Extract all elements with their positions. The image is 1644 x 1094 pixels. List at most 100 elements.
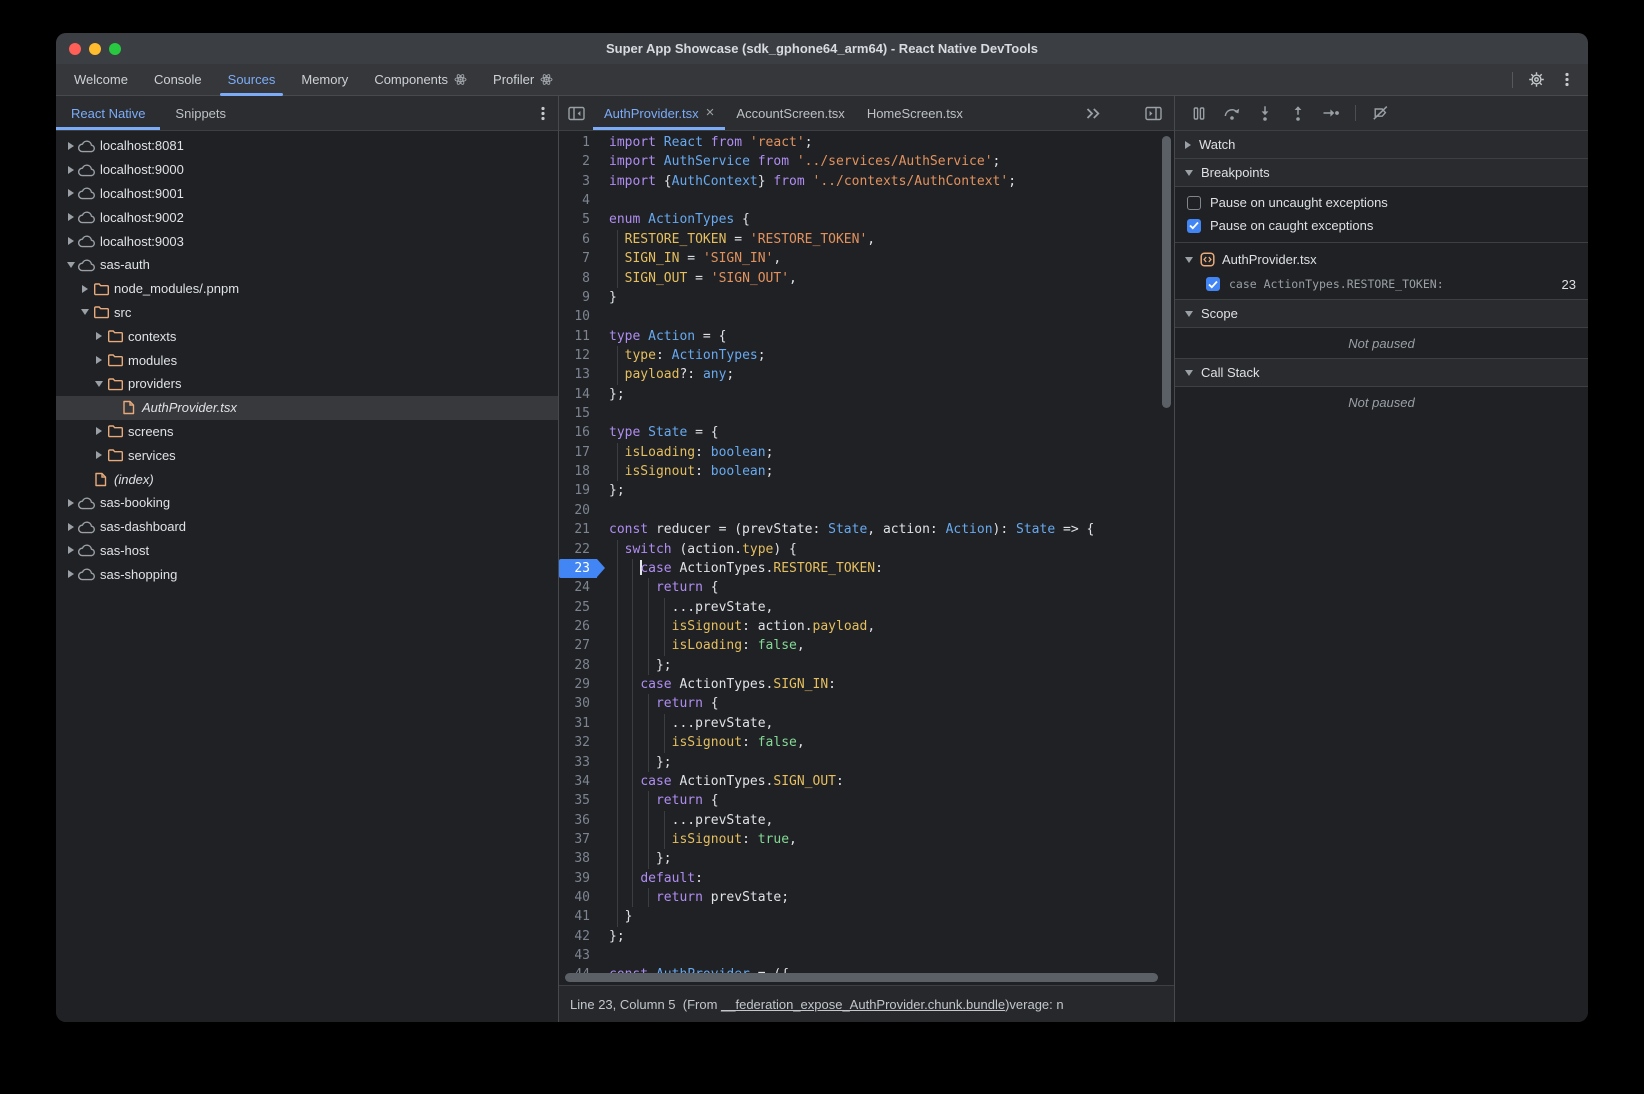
code-text[interactable]: case ActionTypes.SIGN_OUT: (597, 772, 1174, 791)
main-tab-sources[interactable]: Sources (215, 64, 289, 95)
chevron-right-icon[interactable] (64, 570, 77, 578)
line-number-gutter[interactable]: 36 (559, 811, 597, 830)
chevron-right-icon[interactable] (64, 213, 77, 221)
code-text[interactable] (597, 404, 1174, 423)
code-text[interactable]: ...prevState, (597, 598, 1174, 617)
line-number-gutter[interactable]: 2 (559, 152, 597, 171)
line-number-gutter[interactable]: 10 (559, 307, 597, 326)
navigator-tab-snippets[interactable]: Snippets (160, 96, 241, 130)
line-number-gutter[interactable]: 31 (559, 714, 597, 733)
line-number-gutter[interactable]: 39 (559, 869, 597, 888)
tree-item-services[interactable]: services (56, 443, 558, 467)
line-number-gutter[interactable]: 35 (559, 791, 597, 810)
code-text[interactable] (597, 501, 1174, 520)
tree-item-sas-host[interactable]: sas-host (56, 539, 558, 563)
code-text[interactable]: case ActionTypes.SIGN_IN: (597, 675, 1174, 694)
code-text[interactable]: import {AuthContext} from '../contexts/A… (597, 172, 1174, 191)
code-text[interactable] (597, 191, 1174, 210)
tree-item-contexts[interactable]: contexts (56, 324, 558, 348)
line-number-gutter[interactable]: 37 (559, 830, 597, 849)
tree-item-screens[interactable]: screens (56, 420, 558, 444)
editor-tab-accountscreen-tsx[interactable]: AccountScreen.tsx (725, 96, 855, 130)
line-number-gutter[interactable]: 34 (559, 772, 597, 791)
chevron-right-icon[interactable] (92, 356, 105, 364)
code-text[interactable]: return { (597, 694, 1174, 713)
main-tab-console[interactable]: Console (141, 64, 215, 95)
horizontal-scrollbar[interactable] (565, 973, 1158, 982)
line-number-gutter[interactable]: 43 (559, 946, 597, 965)
chevron-right-icon[interactable] (64, 166, 77, 174)
code-text[interactable]: return { (597, 578, 1174, 597)
line-number-gutter[interactable]: 41 (559, 907, 597, 926)
line-number-gutter[interactable]: 5 (559, 210, 597, 229)
code-text[interactable]: RESTORE_TOKEN = 'RESTORE_TOKEN', (597, 230, 1174, 249)
code-editor[interactable]: 1import React from 'react';2import AuthS… (559, 131, 1174, 985)
code-text[interactable] (597, 307, 1174, 326)
code-text[interactable]: enum ActionTypes { (597, 210, 1174, 229)
deactivate-breakpoints-button[interactable] (1367, 101, 1394, 125)
code-text[interactable]: }; (597, 385, 1174, 404)
line-number-gutter[interactable]: 4 (559, 191, 597, 210)
code-text[interactable]: import React from 'react'; (597, 133, 1174, 152)
gear-icon[interactable] (1528, 71, 1545, 88)
line-number-gutter[interactable]: 18 (559, 462, 597, 481)
main-tab-memory[interactable]: Memory (288, 64, 361, 95)
step-into-button[interactable] (1251, 101, 1278, 125)
kebab-menu-icon[interactable] (1560, 71, 1574, 88)
breakpoint-marker[interactable]: 23 (559, 559, 597, 578)
zoom-window-button[interactable] (109, 43, 121, 55)
main-tab-components[interactable]: Components (361, 64, 480, 95)
line-number-gutter[interactable]: 17 (559, 443, 597, 462)
code-text[interactable]: const reducer = (prevState: State, actio… (597, 520, 1174, 539)
chevron-down-icon[interactable] (64, 262, 77, 268)
code-text[interactable]: type: ActionTypes; (597, 346, 1174, 365)
line-number-gutter[interactable]: 30 (559, 694, 597, 713)
code-text[interactable]: isSignout: true, (597, 830, 1174, 849)
chevron-down-icon[interactable] (78, 309, 91, 315)
pause-uncaught-row[interactable]: Pause on uncaught exceptions (1175, 191, 1588, 214)
code-text[interactable]: }; (597, 481, 1174, 500)
navigator-tab-react-native[interactable]: React Native (56, 96, 160, 130)
pause-button[interactable] (1185, 101, 1212, 125)
tree-item--index-[interactable]: (index) (56, 467, 558, 491)
line-number-gutter[interactable]: 32 (559, 733, 597, 752)
chevron-right-icon[interactable] (64, 237, 77, 245)
tree-item-sas-auth[interactable]: sas-auth (56, 253, 558, 277)
line-number-gutter[interactable]: 21 (559, 520, 597, 539)
code-text[interactable]: default: (597, 869, 1174, 888)
scope-section-header[interactable]: Scope (1175, 300, 1588, 328)
watch-section-header[interactable]: Watch (1175, 131, 1588, 159)
navigator-more-button[interactable] (528, 96, 558, 130)
line-number-gutter[interactable]: 8 (559, 269, 597, 288)
code-text[interactable]: ...prevState, (597, 714, 1174, 733)
line-number-gutter[interactable]: 15 (559, 404, 597, 423)
line-number-gutter[interactable]: 14 (559, 385, 597, 404)
tree-item-providers[interactable]: providers (56, 372, 558, 396)
line-number-gutter[interactable]: 27 (559, 636, 597, 655)
tree-item-node-modules-pnpm[interactable]: node_modules/.pnpm (56, 277, 558, 301)
code-text[interactable] (597, 946, 1174, 965)
code-text[interactable]: return { (597, 791, 1174, 810)
tree-item-localhost-9003[interactable]: localhost:9003 (56, 229, 558, 253)
tree-item-localhost-9002[interactable]: localhost:9002 (56, 205, 558, 229)
chevron-right-icon[interactable] (92, 451, 105, 459)
breakpoint-checkbox[interactable] (1206, 277, 1220, 291)
chevron-right-icon[interactable] (64, 523, 77, 531)
code-text[interactable]: }; (597, 927, 1174, 946)
line-number-gutter[interactable]: 7 (559, 249, 597, 268)
chevron-right-icon[interactable] (92, 332, 105, 340)
call-stack-section-header[interactable]: Call Stack (1175, 358, 1588, 387)
code-text[interactable]: } (597, 907, 1174, 926)
source-bundle-link[interactable]: __federation_expose_AuthProvider.chunk.b… (721, 997, 1005, 1012)
code-text[interactable]: return prevState; (597, 888, 1174, 907)
tree-item-localhost-8081[interactable]: localhost:8081 (56, 134, 558, 158)
code-text[interactable]: } (597, 288, 1174, 307)
pause-caught-checkbox[interactable] (1187, 219, 1201, 233)
line-number-gutter[interactable]: 42 (559, 927, 597, 946)
chevron-right-icon[interactable] (64, 499, 77, 507)
chevron-right-icon[interactable] (78, 285, 91, 293)
editor-tab-authprovider-tsx[interactable]: AuthProvider.tsx× (593, 96, 725, 130)
code-text[interactable]: switch (action.type) { (597, 540, 1174, 559)
tree-item-sas-shopping[interactable]: sas-shopping (56, 562, 558, 586)
line-number-gutter[interactable]: 11 (559, 327, 597, 346)
